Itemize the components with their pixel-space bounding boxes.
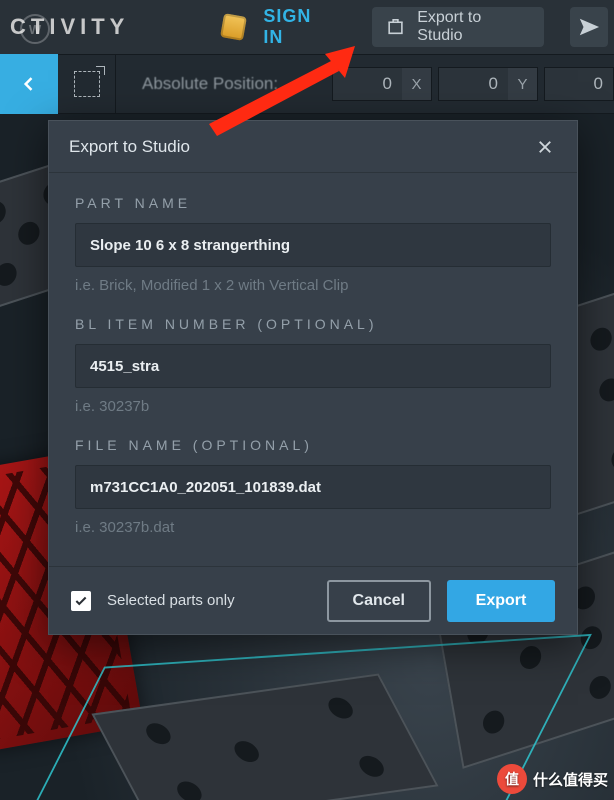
x-axis-label: X <box>402 67 432 101</box>
file-name-label: FILE NAME (OPTIONAL) <box>75 437 551 453</box>
y-input[interactable]: 0 <box>438 67 508 101</box>
export-icon <box>386 17 405 37</box>
tool-active[interactable] <box>0 54 58 114</box>
export-button[interactable]: Export <box>447 580 555 622</box>
modal-body: PART NAME i.e. Brick, Modified 1 x 2 wit… <box>49 173 577 566</box>
x-input[interactable]: 0 <box>332 67 402 101</box>
activity-label: CTIVITY <box>6 14 129 40</box>
chevron-left-icon <box>19 74 39 94</box>
sign-in-link[interactable]: SIGN IN <box>263 6 334 48</box>
selected-only-checkbox[interactable] <box>71 591 91 611</box>
check-icon <box>74 594 88 608</box>
subbar: Absolute Position: 0 X 0 Y 0 <box>0 54 614 114</box>
coin-icon[interactable] <box>220 13 247 41</box>
part-name-input[interactable] <box>75 223 551 267</box>
tool-selection[interactable] <box>58 54 116 114</box>
export-label: Export <box>476 592 527 610</box>
send-button[interactable] <box>570 7 608 47</box>
modal-title: Export to Studio <box>69 137 190 157</box>
selection-box-icon <box>74 71 100 97</box>
export-modal: Export to Studio PART NAME i.e. Brick, M… <box>48 120 578 635</box>
bl-item-hint: i.e. 30237b <box>75 398 551 415</box>
selected-only-label: Selected parts only <box>107 592 235 609</box>
close-icon <box>536 138 554 156</box>
z-input[interactable]: 0 <box>544 67 614 101</box>
cancel-label: Cancel <box>353 592 405 610</box>
watermark-corner: 值 什么值得买 <box>497 764 608 794</box>
part-name-hint: i.e. Brick, Modified 1 x 2 with Vertical… <box>75 277 551 294</box>
paper-plane-icon <box>578 16 600 38</box>
bl-item-label: BL ITEM NUMBER (OPTIONAL) <box>75 316 551 332</box>
close-button[interactable] <box>533 135 557 159</box>
bl-item-input[interactable] <box>75 344 551 388</box>
modal-header: Export to Studio <box>49 121 577 173</box>
part-name-label: PART NAME <box>75 195 551 211</box>
cancel-button[interactable]: Cancel <box>327 580 431 622</box>
file-name-hint: i.e. 30237b.dat <box>75 519 551 536</box>
export-to-studio-label: Export to Studio <box>417 9 526 45</box>
modal-footer: Selected parts only Cancel Export <box>49 566 577 634</box>
file-name-input[interactable] <box>75 465 551 509</box>
topbar: CTIVITY SIGN IN Export to Studio <box>0 0 614 54</box>
watermark-badge: 值 <box>497 764 527 794</box>
absolute-position-label: Absolute Position: <box>142 74 278 94</box>
watermark-text: 什么值得买 <box>533 769 608 790</box>
y-axis-label: Y <box>508 67 538 101</box>
coordinate-inputs: 0 X 0 Y 0 <box>332 67 614 101</box>
export-to-studio-button[interactable]: Export to Studio <box>372 7 544 47</box>
